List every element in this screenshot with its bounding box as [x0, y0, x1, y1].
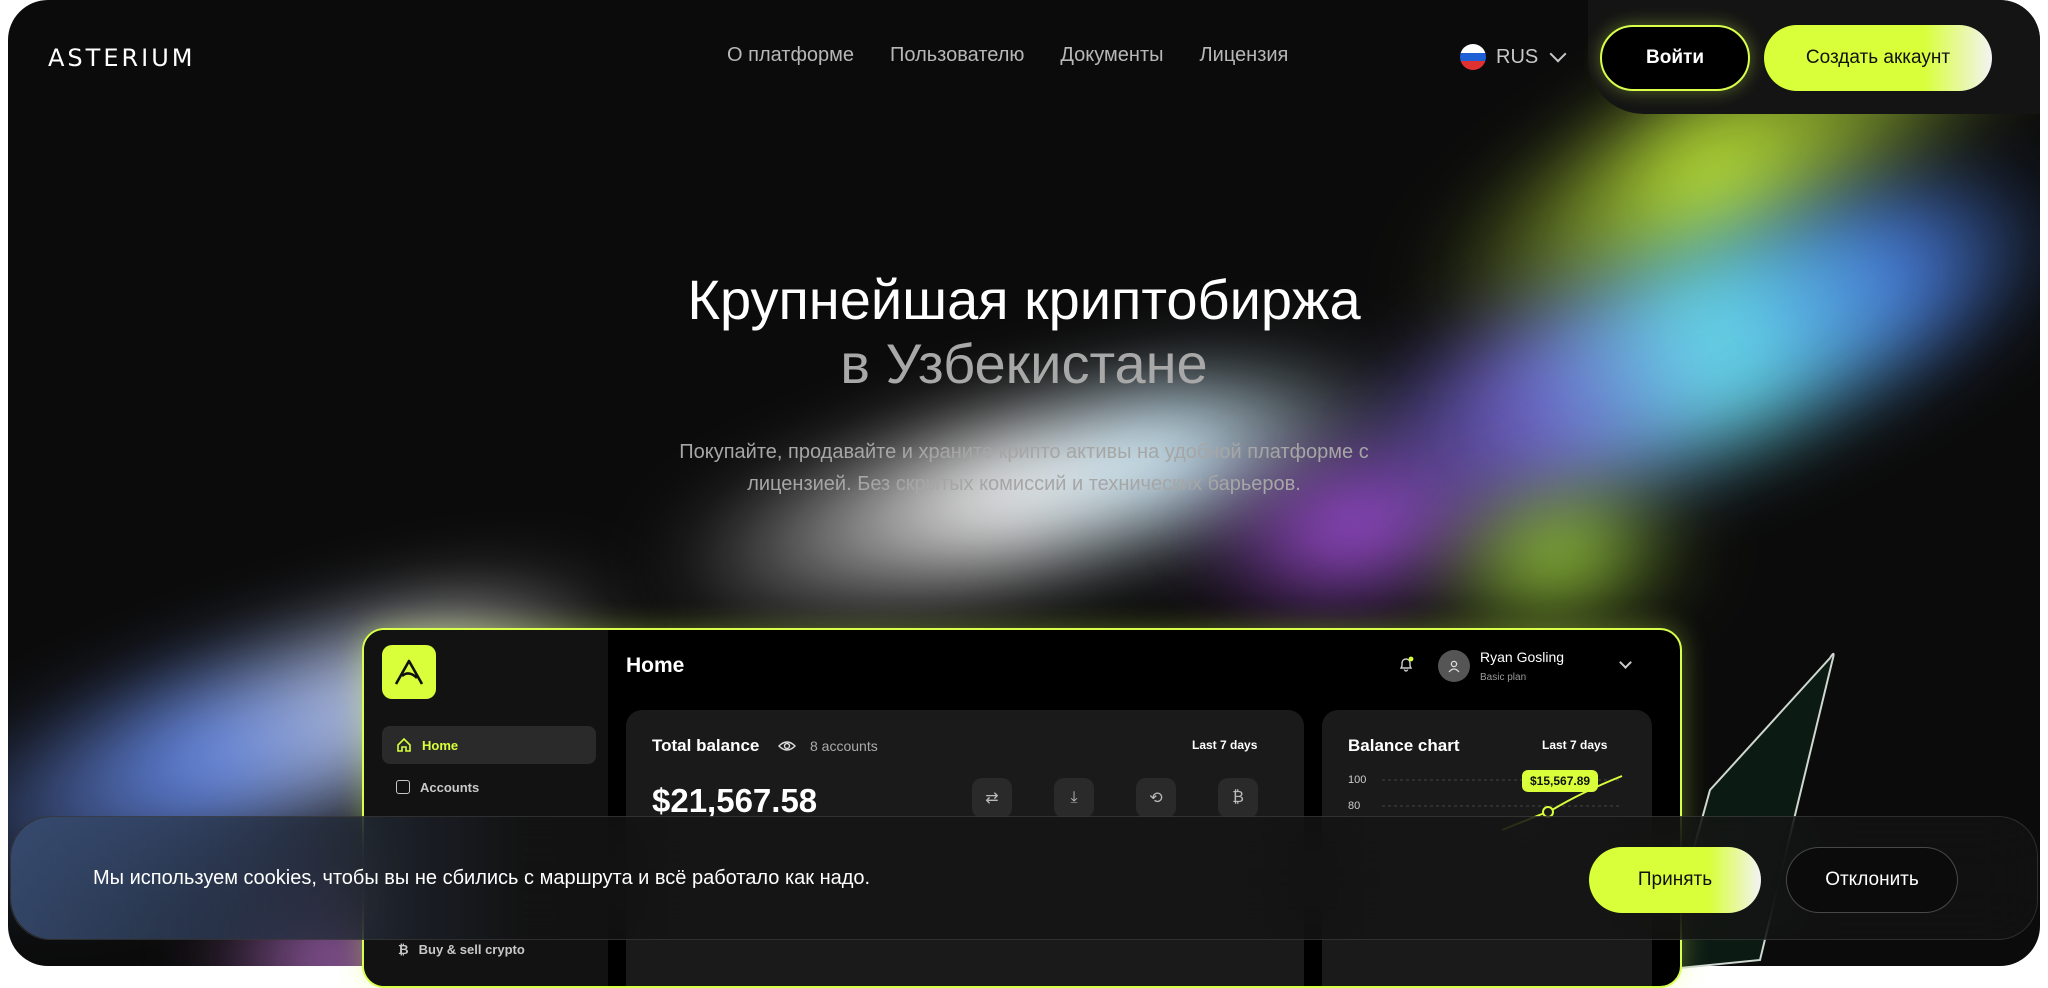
avatar[interactable]	[1438, 650, 1470, 682]
card-title: Balance chart	[1348, 736, 1460, 755]
language-selector[interactable]: RUS	[1460, 44, 1567, 70]
accept-cookies-button[interactable]: Принять	[1589, 847, 1761, 913]
transfer-icon[interactable]: ⇄	[972, 778, 1012, 818]
nav-item-license[interactable]: Лицензия	[1200, 44, 1289, 67]
dashboard-page-title: Home	[626, 654, 685, 677]
download-icon[interactable]: ⤓	[1054, 778, 1094, 818]
brand-logo[interactable]: ASTERIUM	[48, 44, 196, 72]
russia-flag-icon	[1460, 44, 1486, 70]
hero-title: Крупнейшая криптобиржа в Узбекистане	[0, 268, 2048, 396]
sidebar-item-label: Home	[422, 737, 459, 753]
wallet-icon	[396, 780, 410, 794]
user-icon	[1448, 660, 1460, 673]
nav-item-docs[interactable]: Документы	[1060, 44, 1163, 67]
create-account-button[interactable]: Создать аккаунт	[1764, 25, 1992, 91]
nav-item-user[interactable]: Пользователю	[890, 44, 1024, 67]
light-streak	[1419, 474, 1697, 636]
cookie-banner: Мы используем cookies, чтобы вы не сбили…	[10, 816, 2038, 940]
bitcoin-icon: ₿	[398, 942, 409, 957]
balance-amount: $21,567.58	[652, 782, 818, 819]
card-title: Total balance	[652, 736, 760, 755]
cookie-message: Мы используем cookies, чтобы вы не сбили…	[93, 867, 871, 889]
hero-title-line1: Крупнейшая криптобиржа	[687, 268, 1361, 331]
login-button[interactable]: Войти	[1600, 25, 1750, 91]
period-selector[interactable]: Last 7 days	[1192, 738, 1257, 752]
hero-title-line2: в Узбекистане	[840, 332, 1208, 395]
language-label: RUS	[1496, 45, 1539, 68]
y-tick-label: 100	[1348, 774, 1367, 786]
app-logo-icon[interactable]	[382, 645, 436, 699]
y-tick-label: 80	[1348, 800, 1361, 812]
exchange-icon[interactable]: ⟲	[1136, 778, 1176, 818]
chevron-down-icon	[1549, 45, 1567, 63]
user-name: Ryan Gosling	[1480, 649, 1565, 665]
accounts-count: 8 accounts	[810, 738, 878, 754]
sidebar-item-buy-sell[interactable]: ₿ Buy & sell crypto	[398, 942, 525, 957]
user-plan: Basic plan	[1480, 672, 1527, 683]
eye-icon[interactable]	[778, 739, 796, 753]
main-nav: О платформе Пользователю Документы Лицен…	[727, 44, 1288, 67]
decline-cookies-button[interactable]: Отклонить	[1786, 847, 1958, 913]
chevron-down-icon[interactable]	[1619, 656, 1632, 669]
chart-tooltip: $15,567.89	[1522, 770, 1599, 792]
bitcoin-icon[interactable]: ₿	[1218, 778, 1258, 818]
sidebar-item-home[interactable]: Home	[382, 726, 596, 764]
period-selector[interactable]: Last 7 days	[1542, 738, 1607, 752]
bell-icon[interactable]	[1398, 656, 1414, 672]
sidebar-item-accounts[interactable]: Accounts	[382, 768, 596, 806]
home-icon	[397, 737, 411, 752]
sidebar-item-label: Accounts	[420, 779, 480, 795]
sidebar-item-label: Buy & sell crypto	[418, 942, 525, 957]
nav-item-about[interactable]: О платформе	[727, 44, 854, 67]
hero-subtitle: Покупайте, продавайте и храните крипто а…	[679, 441, 1369, 495]
